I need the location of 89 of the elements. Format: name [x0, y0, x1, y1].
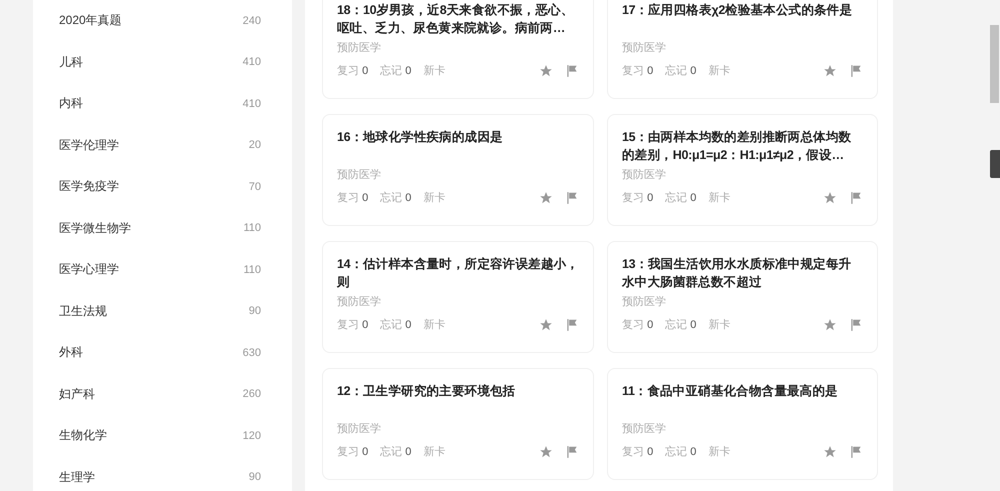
stat-label: 复习 0 — [622, 445, 654, 459]
category-label: 预防医学 — [622, 422, 666, 437]
sidebar-item[interactable]: 生理学 90 — [33, 456, 292, 491]
question-card[interactable]: 15：由两样本均数的差别推断两总体均数的差别，H0:μ1=μ2：H1:μ1≠μ2，假设… 预防医学 复习 0 忘记 0 新卡 — [607, 114, 878, 226]
question-title: 14：估计样本含量时，所定容许误差越小，则 — [337, 256, 579, 291]
star-icon[interactable] — [539, 318, 553, 332]
sidebar-item[interactable]: 医学心理学 110 — [33, 249, 292, 290]
stat-label: 忘记 0 — [380, 190, 412, 205]
item-count: 410 — [242, 56, 261, 68]
category-label: 预防医学 — [622, 168, 666, 183]
star-icon[interactable] — [539, 190, 553, 204]
stat-label: 新卡 — [708, 318, 730, 332]
item-count: 90 — [248, 471, 261, 484]
category-label: 预防医学 — [337, 41, 381, 56]
stat-label: 复习 0 — [337, 318, 368, 332]
stat-label: 复习 0 — [337, 445, 368, 459]
flag-icon[interactable] — [849, 444, 863, 458]
star-icon[interactable] — [823, 190, 837, 204]
flag-icon[interactable] — [849, 318, 863, 332]
flag-icon[interactable] — [565, 190, 579, 204]
question-title: 16：地球化学性疾病的成因是 — [337, 129, 504, 146]
item-count: 20 — [248, 139, 261, 152]
sidebar-item[interactable]: 儿科 410 — [33, 42, 292, 83]
item-count: 630 — [242, 346, 261, 359]
question-title: 13：我国生活饮用水水质标准中规定每升水中大肠菌群总数不超过 — [622, 256, 852, 291]
question-card[interactable]: 12：卫生学研究的主要环境包括 预防医学 复习 0 忘记 0 新卡 — [322, 368, 594, 480]
star-icon[interactable] — [823, 64, 837, 78]
stat-label: 复习 0 — [337, 191, 368, 205]
sidebar-item[interactable]: 生物化学 120 — [33, 415, 292, 456]
stat-label: 新卡 — [708, 64, 730, 78]
sidebar-item[interactable]: 2020年真题 240 — [33, 0, 292, 42]
stat-label: 新卡 — [423, 64, 446, 78]
sidebar-item[interactable]: 医学伦理学 20 — [33, 124, 292, 166]
category-label: 预防医学 — [337, 422, 381, 437]
stat-label: 复习 0 — [622, 191, 654, 205]
item-count: 90 — [248, 305, 261, 318]
sidebar-item[interactable]: 妇产科 260 — [33, 374, 292, 415]
stat-label: 新卡 — [708, 190, 730, 205]
stat-label: 忘记 0 — [380, 64, 412, 78]
stat-label: 复习 0 — [622, 318, 654, 332]
stat-label: 忘记 0 — [665, 64, 696, 78]
stat-label: 新卡 — [423, 444, 446, 459]
flag-icon[interactable] — [565, 64, 579, 78]
sidebar-item[interactable]: 外科 630 — [33, 332, 292, 374]
stat-label: 忘记 0 — [380, 318, 412, 332]
question-card[interactable]: 18：10岁男孩，近8天来食欲不振，恶心、呕吐、乏力、尿色黄来院就诊。病前两… 预防医学 复习 0 忘记 0 新卡 — [322, 0, 594, 99]
sidebar-item[interactable]: 医学微生物学 110 — [33, 208, 292, 249]
question-card[interactable]: 13：我国生活饮用水水质标准中规定每升水中大肠菌群总数不超过 预防医学 复习 0 忘记 0 新卡 — [607, 241, 878, 353]
star-icon[interactable] — [823, 318, 837, 332]
star-icon[interactable] — [539, 64, 553, 78]
item-count: 260 — [242, 388, 261, 400]
stat-label: 新卡 — [423, 190, 446, 205]
category-label: 预防医学 — [622, 295, 666, 310]
stat-label: 忘记 0 — [665, 444, 696, 459]
question-title: 15：由两样本均数的差别推断两总体均数的差别，H0:μ1=μ2：H1:μ1≠μ2，假设… — [622, 129, 852, 164]
stat-label: 新卡 — [423, 318, 446, 332]
category-label: 预防医学 — [622, 41, 666, 56]
flag-icon[interactable] — [565, 444, 579, 458]
star-icon[interactable] — [539, 444, 553, 458]
flag-icon[interactable] — [565, 318, 579, 332]
stat-label: 新卡 — [708, 444, 730, 459]
question-title: 12：卫生学研究的主要环境包括 — [337, 383, 516, 400]
stat-label: 忘记 0 — [665, 190, 696, 205]
stat-label: 忘记 0 — [665, 318, 696, 332]
flag-icon[interactable] — [849, 64, 863, 78]
question-title: 17：应用四格表χ2检验基本公式的条件是 — [622, 2, 854, 19]
item-count: 120 — [242, 430, 261, 442]
category-label: 预防医学 — [337, 295, 381, 310]
star-icon[interactable] — [823, 444, 837, 458]
question-title: 18：10岁男孩，近8天来食欲不振，恶心、呕吐、乏力、尿色黄来院就诊。病前两… — [337, 2, 574, 37]
flag-icon[interactable] — [849, 190, 863, 204]
item-count: 410 — [242, 98, 261, 110]
question-card[interactable]: 11：食品中亚硝基化合物含量最高的是 预防医学 复习 0 忘记 0 新卡 — [607, 368, 878, 480]
question-card[interactable]: 16：地球化学性疾病的成因是 预防医学 复习 0 忘记 0 新卡 — [322, 114, 594, 226]
stat-label: 忘记 0 — [380, 444, 412, 459]
item-count: 70 — [248, 180, 261, 193]
scrollbar-thumb[interactable] — [990, 25, 999, 103]
item-count: 240 — [242, 14, 261, 27]
sidebar-item[interactable]: 卫生法规 90 — [33, 290, 292, 332]
category-label: 预防医学 — [337, 168, 381, 183]
item-count: 110 — [243, 264, 261, 276]
question-card[interactable]: 14：估计样本含量时，所定容许误差越小，则 预防医学 复习 0 忘记 0 新卡 — [322, 241, 594, 353]
question-title: 11：食品中亚硝基化合物含量最高的是 — [622, 383, 839, 400]
sidebar-item[interactable]: 医学免疫学 70 — [33, 166, 292, 208]
stat-label: 复习 0 — [622, 64, 654, 78]
item-count: 110 — [243, 222, 261, 234]
stat-label: 复习 0 — [337, 64, 368, 78]
question-card[interactable]: 17：应用四格表χ2检验基本公式的条件是 预防医学 复习 0 忘记 0 新卡 — [607, 0, 878, 99]
sidebar-item[interactable]: 内科 410 — [33, 83, 292, 124]
